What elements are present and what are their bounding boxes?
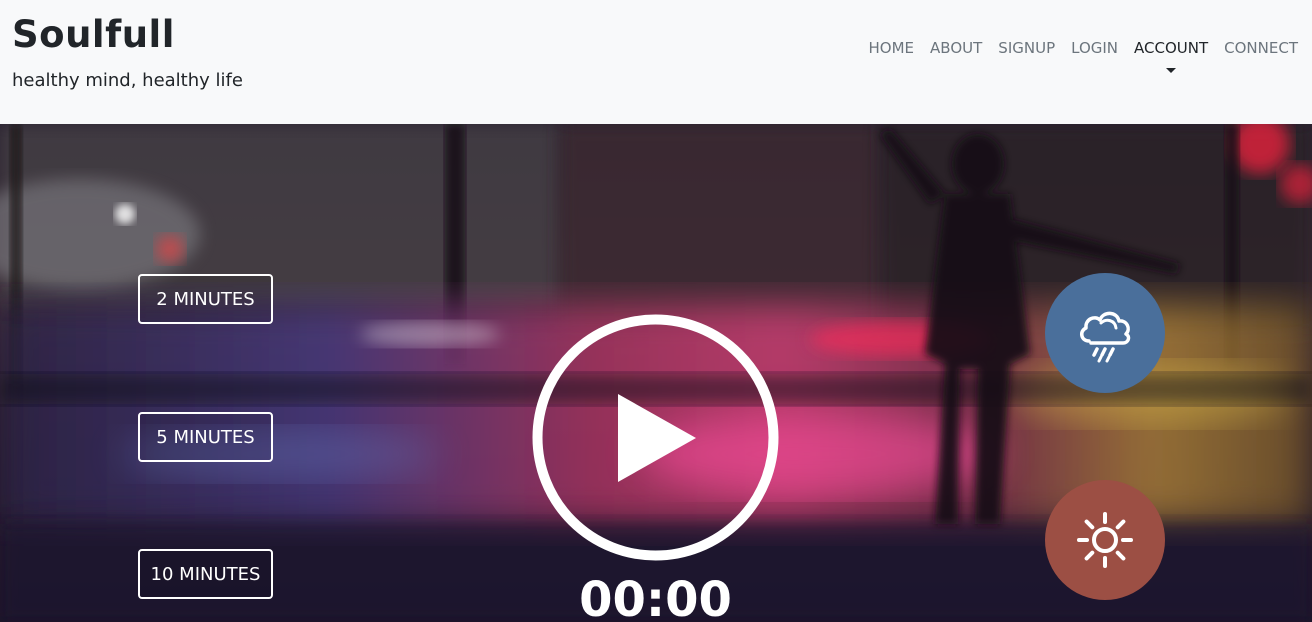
- rain-sound-button[interactable]: [1045, 273, 1165, 393]
- hero-section: 2 MINUTES 5 MINUTES 10 MINUTES 00:00: [0, 124, 1312, 622]
- sun-icon: [1077, 512, 1133, 568]
- site-header: Soulfull healthy mind, healthy life HOME…: [0, 0, 1312, 124]
- duration-5-minutes-button[interactable]: 5 MINUTES: [138, 412, 273, 462]
- nav-account-label: ACCOUNT: [1134, 39, 1209, 57]
- brand-tagline: healthy mind, healthy life: [12, 70, 243, 91]
- nav-signup[interactable]: SIGNUP: [990, 38, 1063, 58]
- nav-connect[interactable]: CONNECT: [1216, 38, 1306, 58]
- brand-title[interactable]: Soulfull: [12, 12, 175, 58]
- duration-2-minutes-button[interactable]: 2 MINUTES: [138, 274, 273, 324]
- duration-10-minutes-button[interactable]: 10 MINUTES: [138, 549, 273, 599]
- nav-login[interactable]: LOGIN: [1063, 38, 1126, 58]
- sun-sound-button[interactable]: [1045, 480, 1165, 600]
- play-button[interactable]: [530, 312, 781, 563]
- nav-home[interactable]: HOME: [861, 38, 923, 58]
- main-nav: HOME ABOUT SIGNUP LOGIN ACCOUNT CONNECT: [861, 38, 1306, 73]
- timer-display: 00:00: [579, 572, 732, 622]
- cloud-rain-icon: [1080, 311, 1131, 363]
- play-icon: [532, 314, 779, 561]
- caret-down-icon: [1166, 68, 1177, 73]
- nav-about[interactable]: ABOUT: [922, 38, 990, 58]
- nav-account-dropdown[interactable]: ACCOUNT: [1126, 38, 1216, 73]
